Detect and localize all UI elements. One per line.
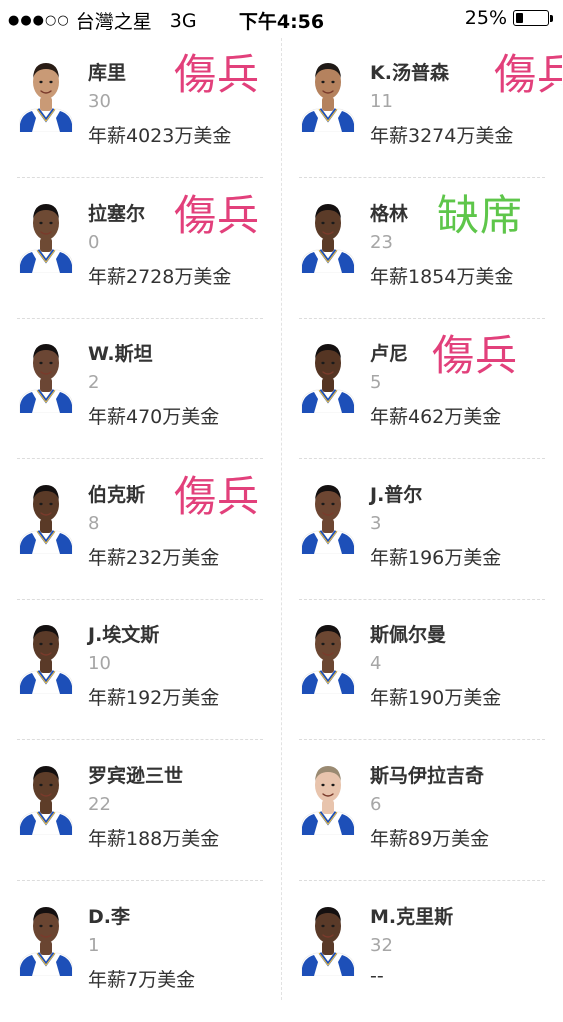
player-salary: 年薪3274万美金 [370,125,514,147]
row-divider [17,177,263,178]
player-card[interactable]: J.埃文斯 10 年薪192万美金 [0,600,280,740]
injured-stamp: 傷兵 [432,331,519,380]
row-divider [299,177,545,178]
player-name: 拉塞尔 [88,203,146,225]
player-card[interactable]: M.克里斯 32 -- [282,882,562,1022]
player-avatar [298,476,358,554]
player-number: 22 [88,794,111,815]
player-number: 0 [88,232,100,253]
player-salary: -- [370,965,384,987]
player-name: 库里 [88,62,127,84]
injured-stamp: 傷兵 [494,50,562,99]
player-avatar [298,757,358,835]
player-card[interactable]: J.普尔 3 年薪196万美金 [282,460,562,600]
player-number: 6 [370,794,382,815]
player-number: 2 [88,372,100,393]
player-avatar [16,757,76,835]
player-number: 4 [370,653,382,674]
player-name: J.普尔 [370,484,423,506]
player-name: W.斯坦 [88,343,153,365]
status-right: 25% [465,7,553,29]
player-card[interactable]: 斯佩尔曼 4 年薪190万美金 [282,600,562,740]
player-name: 斯佩尔曼 [370,624,447,646]
player-number: 5 [370,372,382,393]
player-number: 32 [370,935,393,956]
player-name: D.李 [88,906,130,928]
player-number: 3 [370,513,382,534]
player-card[interactable]: 库里 30 年薪4023万美金 傷兵 [0,38,280,178]
player-avatar [16,335,76,413]
player-name: J.埃文斯 [88,624,160,646]
player-name: 格林 [370,203,409,225]
player-avatar [298,616,358,694]
player-name: 罗宾逊三世 [88,765,184,787]
player-number: 11 [370,91,393,112]
battery-percent: 25% [464,7,507,29]
player-avatar [16,616,76,694]
player-name: 伯克斯 [88,484,146,506]
row-divider [299,458,545,459]
player-card[interactable]: 卢尼 5 年薪462万美金 傷兵 [282,319,562,459]
row-divider [299,739,545,740]
player-number: 30 [88,91,111,112]
player-number: 8 [88,513,100,534]
player-card[interactable]: W.斯坦 2 年薪470万美金 [0,319,280,459]
player-number: 23 [370,232,393,253]
player-name: 卢尼 [370,343,409,365]
player-salary: 年薪89万美金 [370,828,490,850]
player-salary: 年薪2728万美金 [88,266,232,288]
battery-icon [513,10,549,26]
player-name: K.汤普森 [370,62,449,84]
player-card[interactable]: 格林 23 年薪1854万美金 缺席 [282,179,562,319]
battery-tip [550,14,553,22]
status-bar: ●●●○○ 台灣之星 3G 下午4:56 25% [0,0,563,38]
player-avatar [298,898,358,976]
player-salary: 年薪7万美金 [88,969,196,991]
injured-stamp: 傷兵 [174,191,261,240]
player-name: 斯马伊拉吉奇 [370,765,485,787]
injured-stamp: 傷兵 [174,472,261,521]
row-divider [17,880,263,881]
player-card[interactable]: 拉塞尔 0 年薪2728万美金 傷兵 [0,179,280,319]
player-salary: 年薪188万美金 [88,828,220,850]
player-salary: 年薪470万美金 [88,406,220,428]
row-divider [17,739,263,740]
player-avatar [16,476,76,554]
player-card[interactable]: D.李 1 年薪7万美金 [0,882,280,1022]
player-number: 1 [88,935,100,956]
player-salary: 年薪196万美金 [370,547,502,569]
row-divider [17,458,263,459]
player-salary: 年薪4023万美金 [88,125,232,147]
player-salary: 年薪190万美金 [370,687,502,709]
player-avatar [16,898,76,976]
player-avatar [298,335,358,413]
player-avatar [298,54,358,132]
player-salary: 年薪462万美金 [370,406,502,428]
player-card[interactable]: 罗宾逊三世 22 年薪188万美金 [0,741,280,881]
player-salary: 年薪1854万美金 [370,266,514,288]
absent-stamp: 缺席 [437,191,524,240]
battery-fill [516,13,523,23]
player-card[interactable]: K.汤普森 11 年薪3274万美金 傷兵 [282,38,562,178]
player-salary: 年薪192万美金 [88,687,220,709]
player-avatar [16,195,76,273]
injured-stamp: 傷兵 [174,50,261,99]
player-avatar [16,54,76,132]
roster-grid: 库里 30 年薪4023万美金 傷兵 K.汤普森 11 年薪3274万美金 傷兵 拉塞尔 0 年薪2… [0,38,563,1000]
row-divider [299,880,545,881]
player-avatar [298,195,358,273]
player-salary: 年薪232万美金 [88,547,220,569]
player-card[interactable]: 伯克斯 8 年薪232万美金 傷兵 [0,460,280,600]
player-card[interactable]: 斯马伊拉吉奇 6 年薪89万美金 [282,741,562,881]
player-number: 10 [88,653,111,674]
player-name: M.克里斯 [370,906,454,928]
